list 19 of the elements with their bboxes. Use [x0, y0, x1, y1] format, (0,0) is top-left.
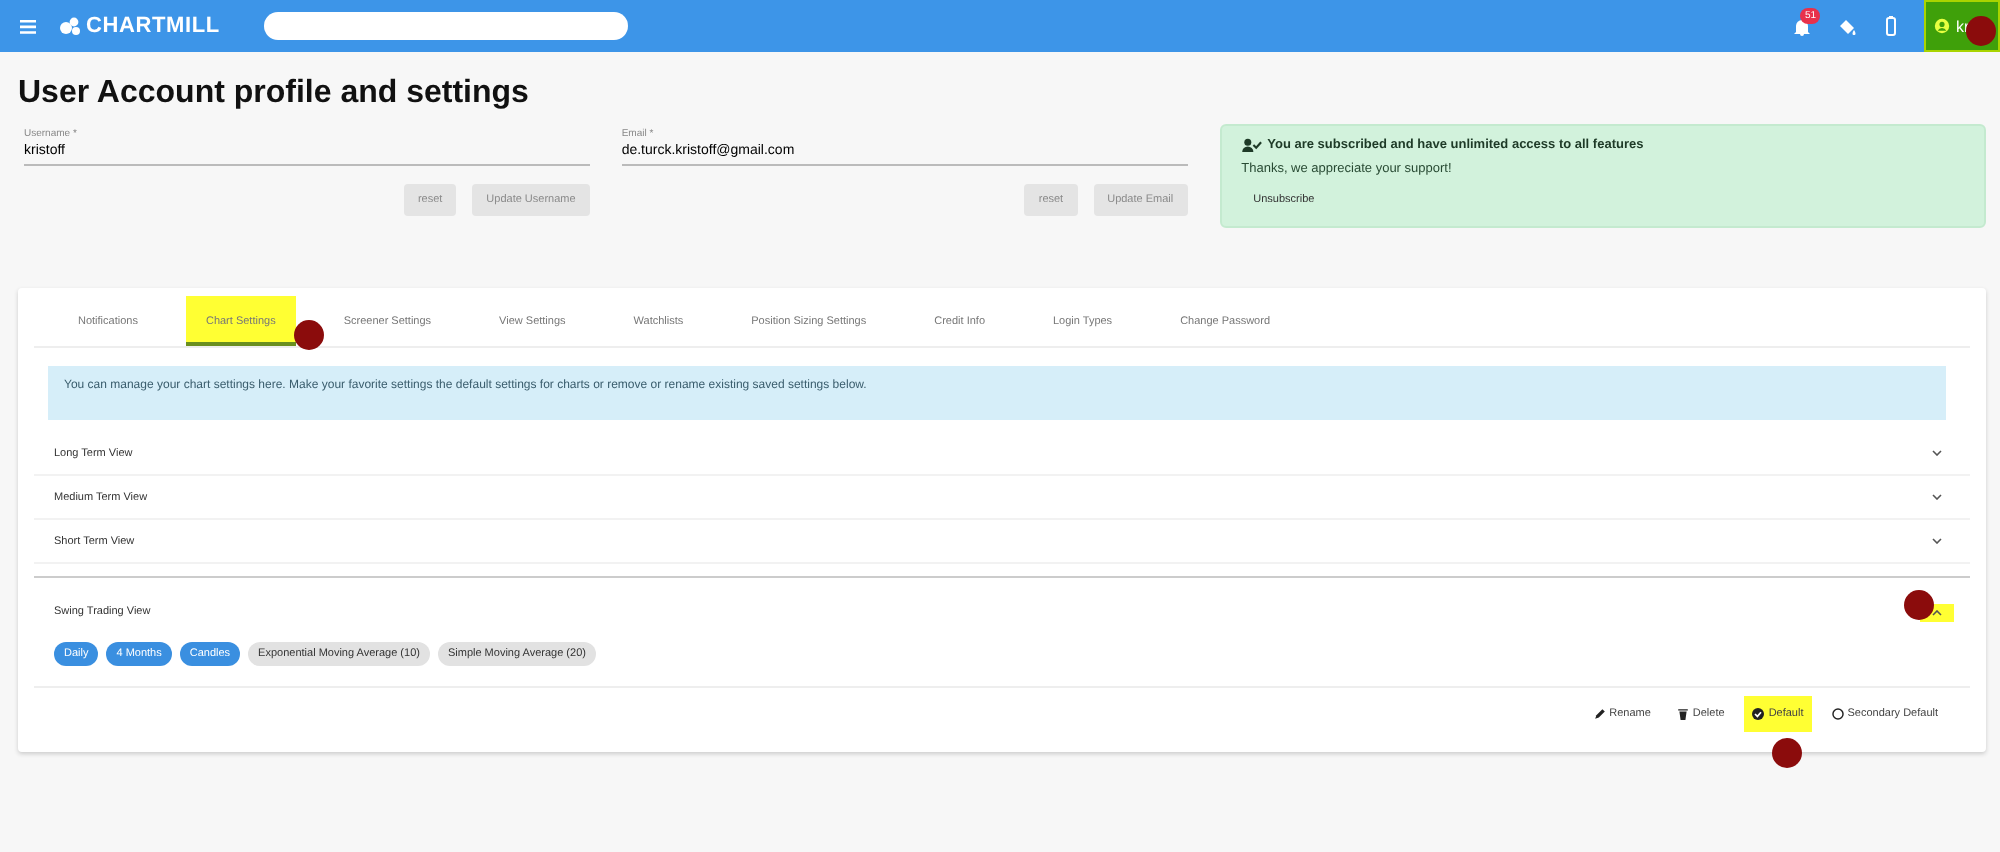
annotation-marker [1904, 590, 1934, 620]
annotation-marker [293, 320, 324, 350]
user-check-icon [1241, 138, 1262, 152]
search-field[interactable] [263, 12, 628, 40]
logo-icon [60, 16, 82, 36]
chevron-down-icon [1932, 450, 1942, 456]
brand-name[interactable]: CHARTMILL [86, 14, 220, 38]
menu-icon[interactable] [20, 19, 36, 33]
chevron-down-icon [1932, 494, 1942, 500]
bell-icon[interactable] [1794, 17, 1810, 35]
user-circle-icon [1934, 18, 1950, 34]
chevron-up-icon [1932, 609, 1942, 615]
battery-icon[interactable] [1886, 16, 1896, 36]
trash-icon [1678, 708, 1689, 720]
page-title: User Account profile and settings [18, 76, 531, 112]
chevron-down-icon [1932, 538, 1942, 544]
pencil-icon [1593, 708, 1606, 720]
paint-bucket-icon[interactable] [1838, 17, 1858, 35]
annotation-marker [1772, 738, 1803, 768]
